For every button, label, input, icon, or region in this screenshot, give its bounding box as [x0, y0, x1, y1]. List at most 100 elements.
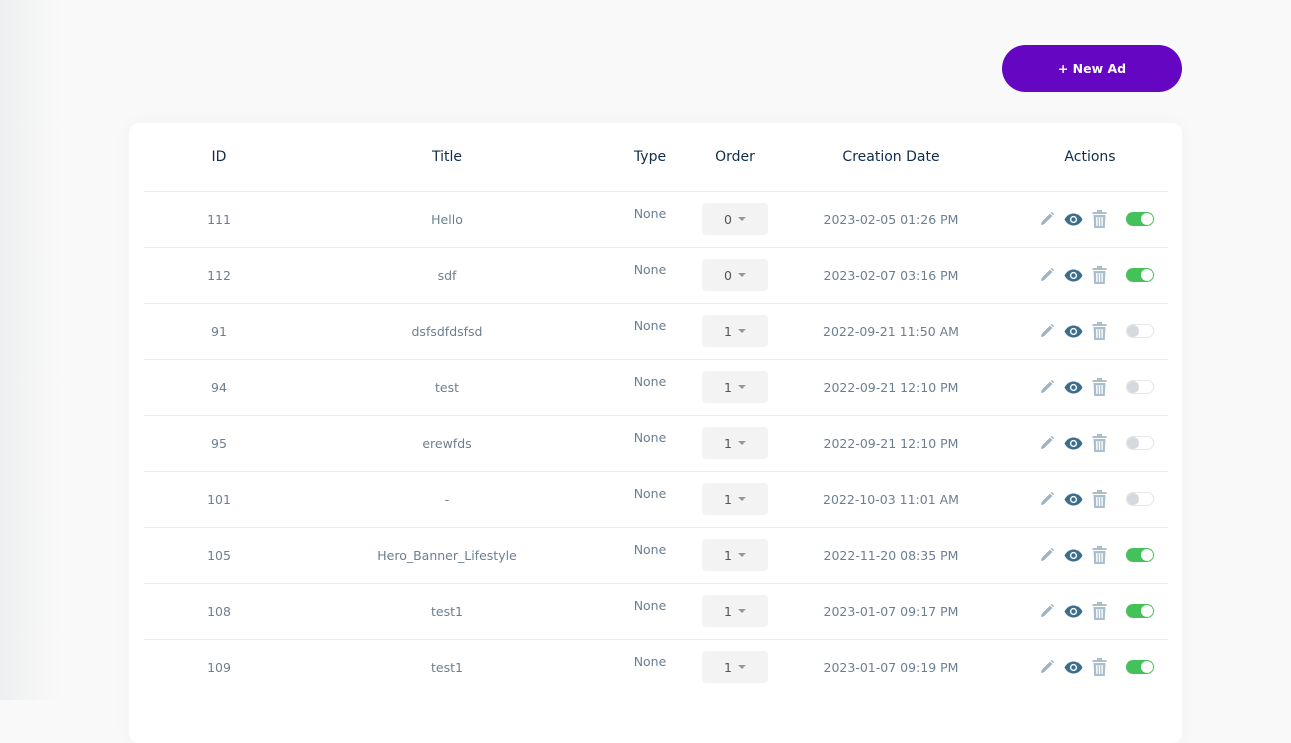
active-toggle[interactable] — [1126, 548, 1154, 562]
cell-type: None — [600, 414, 700, 471]
eye-icon[interactable] — [1062, 657, 1084, 677]
header-order[interactable]: Order — [700, 123, 770, 191]
active-toggle[interactable] — [1126, 436, 1154, 450]
active-toggle[interactable] — [1126, 268, 1154, 282]
cell-creation-date: 2023-01-07 09:19 PM — [770, 638, 1012, 695]
cell-creation-date: 2023-01-07 09:17 PM — [770, 582, 1012, 639]
cell-actions — [1012, 470, 1168, 527]
toggle-knob — [1141, 549, 1153, 561]
header-id[interactable]: ID — [144, 123, 294, 191]
eye-icon[interactable] — [1062, 433, 1084, 453]
active-toggle[interactable] — [1126, 324, 1154, 338]
toggle-knob — [1127, 437, 1139, 449]
cell-type: None — [600, 582, 700, 639]
trash-icon[interactable] — [1088, 489, 1110, 509]
pencil-icon[interactable] — [1036, 601, 1058, 621]
order-select[interactable]: 0 — [702, 259, 768, 291]
trash-icon[interactable] — [1088, 321, 1110, 341]
trash-icon[interactable] — [1088, 209, 1110, 229]
cell-order: 1 — [700, 302, 770, 359]
order-value: 1 — [724, 491, 732, 507]
order-select[interactable]: 1 — [702, 371, 768, 403]
cell-id: 94 — [144, 358, 294, 415]
cell-creation-date: 2022-11-20 08:35 PM — [770, 526, 1012, 583]
eye-icon[interactable] — [1062, 265, 1084, 285]
cell-type: None — [600, 246, 700, 303]
trash-icon[interactable] — [1088, 601, 1110, 621]
order-value: 1 — [724, 547, 732, 563]
cell-title: Hello — [294, 190, 600, 247]
trash-icon[interactable] — [1088, 265, 1110, 285]
cell-title: dsfsdfdsfsd — [294, 302, 600, 359]
cell-order: 1 — [700, 470, 770, 527]
cell-creation-date: 2023-02-05 01:26 PM — [770, 190, 1012, 247]
pencil-icon[interactable] — [1036, 433, 1058, 453]
pencil-icon[interactable] — [1036, 321, 1058, 341]
trash-icon[interactable] — [1088, 657, 1110, 677]
pencil-icon[interactable] — [1036, 657, 1058, 677]
eye-icon[interactable] — [1062, 545, 1084, 565]
table-row: 108 test1 None 1 2023-01-07 09:17 PM — [144, 582, 1168, 639]
toggle-knob — [1127, 493, 1139, 505]
cell-id: 101 — [144, 470, 294, 527]
order-value: 1 — [724, 435, 732, 451]
new-ad-button[interactable]: + New Ad — [1002, 45, 1182, 92]
caret-down-icon — [737, 217, 746, 221]
table-row: 111 Hello None 0 2023-02-05 01:26 PM — [144, 190, 1168, 247]
active-toggle[interactable] — [1126, 660, 1154, 675]
eye-icon[interactable] — [1062, 377, 1084, 397]
pencil-icon[interactable] — [1036, 209, 1058, 229]
cell-creation-date: 2022-09-21 12:10 PM — [770, 358, 1012, 415]
order-select[interactable]: 1 — [702, 595, 768, 627]
eye-icon[interactable] — [1062, 321, 1084, 341]
caret-down-icon — [737, 609, 746, 613]
trash-icon[interactable] — [1088, 433, 1110, 453]
cell-order: 1 — [700, 638, 770, 695]
pencil-icon[interactable] — [1036, 265, 1058, 285]
cell-actions — [1012, 526, 1168, 583]
order-select[interactable]: 0 — [702, 203, 768, 235]
order-select[interactable]: 1 — [702, 539, 768, 571]
order-select[interactable]: 1 — [702, 651, 768, 684]
sidebar-edge — [0, 0, 60, 700]
toggle-knob — [1127, 381, 1139, 393]
cell-order: 1 — [700, 358, 770, 415]
order-select[interactable]: 1 — [702, 315, 768, 347]
cell-actions — [1012, 358, 1168, 415]
header-type[interactable]: Type — [600, 123, 700, 191]
cell-type: None — [600, 470, 700, 527]
header-title[interactable]: Title — [294, 123, 600, 191]
cell-type: None — [600, 302, 700, 359]
eye-icon[interactable] — [1062, 601, 1084, 621]
order-value: 1 — [724, 379, 732, 395]
cell-id: 105 — [144, 526, 294, 583]
table-row: 95 erewfds None 1 2022-09-21 12:10 PM — [144, 414, 1168, 471]
active-toggle[interactable] — [1126, 380, 1154, 394]
cell-title: test1 — [294, 582, 600, 639]
order-select[interactable]: 1 — [702, 427, 768, 459]
order-select[interactable]: 1 — [702, 483, 768, 515]
eye-icon[interactable] — [1062, 489, 1084, 509]
caret-down-icon — [737, 441, 746, 445]
trash-icon[interactable] — [1088, 545, 1110, 565]
caret-down-icon — [737, 385, 746, 389]
cell-order: 1 — [700, 414, 770, 471]
pencil-icon[interactable] — [1036, 377, 1058, 397]
eye-icon[interactable] — [1062, 209, 1084, 229]
cell-actions — [1012, 246, 1168, 303]
ads-table: ID Title Type Order Creation Date Action… — [144, 123, 1168, 695]
pencil-icon[interactable] — [1036, 545, 1058, 565]
toggle-knob — [1141, 605, 1153, 617]
table-row: 112 sdf None 0 2023-02-07 03:16 PM — [144, 246, 1168, 303]
active-toggle[interactable] — [1126, 604, 1154, 618]
header-creation-date[interactable]: Creation Date — [770, 123, 1012, 191]
cell-title: test1 — [294, 638, 600, 695]
active-toggle[interactable] — [1126, 492, 1154, 506]
trash-icon[interactable] — [1088, 377, 1110, 397]
cell-id: 112 — [144, 246, 294, 303]
active-toggle[interactable] — [1126, 212, 1154, 226]
cell-title: test — [294, 358, 600, 415]
table-row: 94 test None 1 2022-09-21 12:10 PM — [144, 358, 1168, 415]
pencil-icon[interactable] — [1036, 489, 1058, 509]
cell-creation-date: 2022-10-03 11:01 AM — [770, 470, 1012, 527]
